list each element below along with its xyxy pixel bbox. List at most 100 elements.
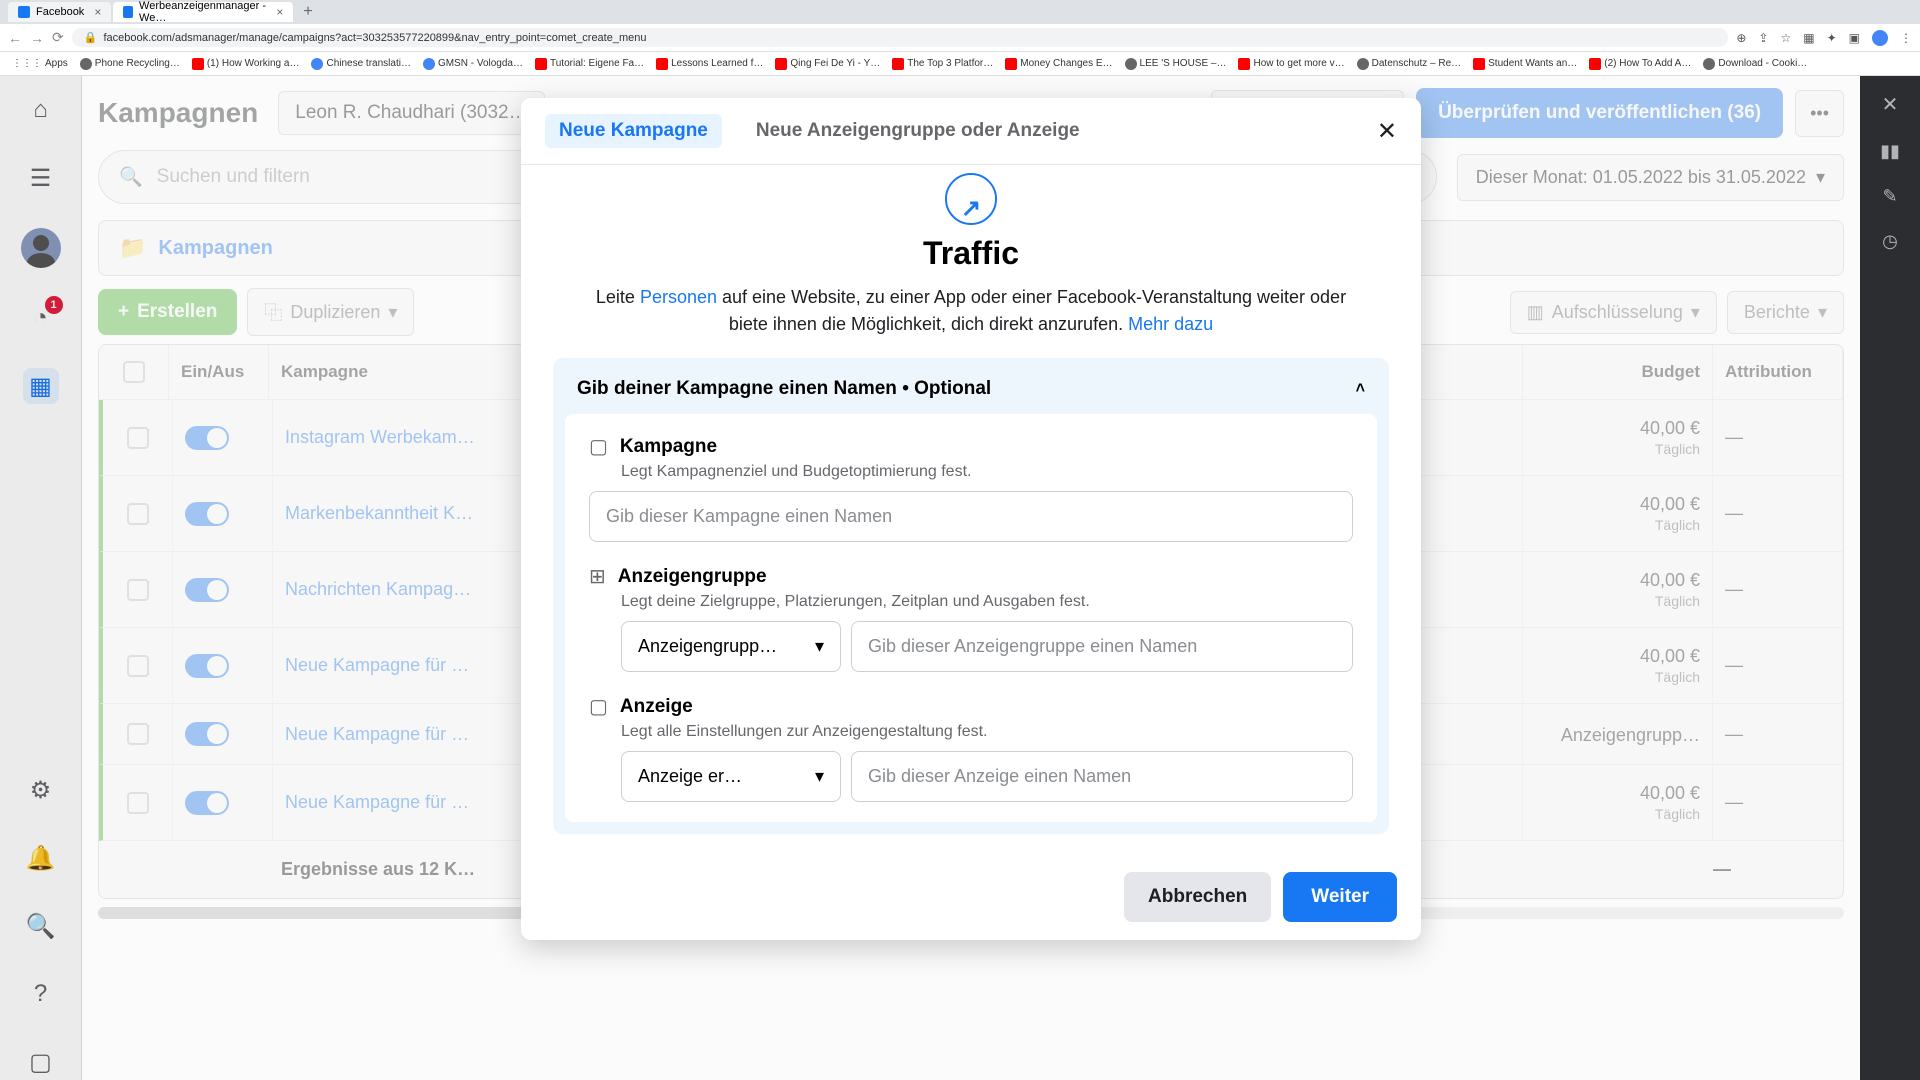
link-learn-more[interactable]: Mehr dazu: [1128, 314, 1213, 334]
reload-icon[interactable]: ⟳: [52, 29, 64, 46]
lock-icon: 🔒: [84, 31, 98, 44]
clock-icon[interactable]: ◷: [1882, 231, 1898, 252]
gauge-icon[interactable]: ◔1: [23, 300, 59, 336]
ad-name-input[interactable]: Gib dieser Anzeige einen Namen: [851, 751, 1353, 802]
apps-icon: ⋮⋮⋮: [12, 58, 42, 69]
bookmark-item[interactable]: Datenschutz – Re…: [1353, 56, 1466, 72]
site-icon: [1125, 58, 1137, 70]
extension-icon[interactable]: ▦: [1803, 31, 1814, 45]
bell-icon[interactable]: 🔔: [23, 840, 59, 876]
field-sub-ad: Legt alle Einstellungen zur Anzeigengest…: [621, 723, 1353, 741]
bookmark-item[interactable]: Download - Cooki…: [1699, 56, 1811, 72]
url-text: facebook.com/adsmanager/manage/campaigns…: [103, 32, 646, 44]
bookmark-item[interactable]: LEE 'S HOUSE –…: [1121, 56, 1231, 72]
new-campaign-modal: Neue Kampagne Neue Anzeigengruppe oder A…: [521, 98, 1421, 940]
modal-tab-new-adset[interactable]: Neue Anzeigengruppe oder Anzeige: [742, 114, 1094, 148]
star-icon[interactable]: ☆: [1780, 31, 1791, 45]
edit-icon[interactable]: ✎: [1882, 186, 1897, 207]
bookmark-item[interactable]: Lessons Learned f…: [652, 56, 767, 72]
bookmark-item[interactable]: Tutorial: Eigene Fa…: [531, 56, 648, 72]
bookmark-item[interactable]: (2) How To Add A…: [1585, 56, 1695, 72]
site-icon: [1703, 58, 1715, 70]
bookmark-item[interactable]: Qing Fei De Yi - Y…: [771, 56, 884, 72]
select-value: Anzeigengrupp…: [638, 636, 777, 657]
tab-title: Facebook: [36, 6, 84, 18]
puzzle-icon[interactable]: ✦: [1827, 31, 1837, 45]
adset-name-input[interactable]: Gib dieser Anzeigengruppe einen Namen: [851, 621, 1353, 672]
site-icon: [423, 58, 435, 70]
campaign-name-input[interactable]: Gib dieser Kampagne einen Namen: [589, 491, 1353, 542]
field-title-adset: Anzeigengruppe: [618, 566, 767, 588]
youtube-icon: [1589, 58, 1601, 70]
url-field[interactable]: 🔒 facebook.com/adsmanager/manage/campaig…: [72, 28, 1729, 47]
youtube-icon: [1238, 58, 1250, 70]
close-icon[interactable]: ×: [94, 5, 101, 19]
avatar-icon[interactable]: [1872, 30, 1888, 46]
bookmarks-bar: ⋮⋮⋮Apps Phone Recycling… (1) How Working…: [0, 52, 1920, 76]
extension-icon[interactable]: ▣: [1849, 31, 1860, 45]
menu-icon[interactable]: ☰: [23, 160, 59, 196]
search-icon[interactable]: 🔍: [23, 908, 59, 944]
avatar[interactable]: [21, 228, 61, 268]
grid-icon[interactable]: ▦: [23, 368, 59, 404]
youtube-icon: [656, 58, 668, 70]
site-icon: [1357, 58, 1369, 70]
site-icon: [311, 58, 323, 70]
site-icon: [80, 58, 92, 70]
panel-icon[interactable]: ▢: [23, 1044, 59, 1080]
browser-tab[interactable]: Facebook ×: [8, 2, 111, 22]
new-tab-button[interactable]: +: [295, 3, 320, 21]
browser-tab-strip: Facebook × Werbeanzeigenmanager - We… × …: [0, 0, 1920, 24]
youtube-icon: [1005, 58, 1017, 70]
share-icon[interactable]: ⇪: [1758, 31, 1768, 45]
facebook-icon: [18, 6, 30, 18]
select-value: Anzeige er…: [638, 766, 742, 787]
folder-icon: ▢: [589, 434, 608, 459]
bookmark-item[interactable]: ⋮⋮⋮Apps: [8, 56, 72, 71]
youtube-icon: [535, 58, 547, 70]
bookmark-item[interactable]: Student Wants an…: [1469, 56, 1581, 72]
traffic-icon: ↗: [945, 173, 997, 225]
cancel-button[interactable]: Abbrechen: [1124, 872, 1271, 922]
youtube-icon: [892, 58, 904, 70]
home-icon[interactable]: ⌂: [23, 92, 59, 128]
youtube-icon: [1473, 58, 1485, 70]
youtube-icon: [775, 58, 787, 70]
left-rail: ⌂ ☰ ◔1 ▦ ⚙ 🔔 🔍 ? ▢: [0, 76, 82, 1080]
bookmark-item[interactable]: The Top 3 Platfor…: [888, 56, 997, 72]
menu-icon[interactable]: ⋮: [1900, 31, 1912, 45]
adset-select[interactable]: Anzeigengrupp… ▾: [621, 621, 841, 672]
link-personen[interactable]: Personen: [640, 287, 717, 307]
bookmark-item[interactable]: GMSN - Vologda…: [419, 56, 527, 72]
modal-tab-new-campaign[interactable]: Neue Kampagne: [545, 114, 722, 148]
ad-select[interactable]: Anzeige er… ▾: [621, 751, 841, 802]
address-bar: ← → ⟳ 🔒 facebook.com/adsmanager/manage/c…: [0, 24, 1920, 52]
facebook-icon: [123, 6, 133, 18]
bookmark-item[interactable]: How to get more v…: [1234, 56, 1348, 72]
tab-title: Werbeanzeigenmanager - We…: [139, 0, 266, 24]
bookmark-item[interactable]: (1) How Working a…: [188, 56, 304, 72]
field-sub-campaign: Legt Kampagnenziel und Budgetoptimierung…: [621, 463, 1353, 481]
field-title-ad: Anzeige: [620, 696, 693, 718]
close-icon[interactable]: ✕: [1377, 117, 1397, 146]
field-title-campaign: Kampagne: [620, 436, 717, 458]
browser-tab-active[interactable]: Werbeanzeigenmanager - We… ×: [113, 2, 293, 22]
modal-description: Leite Personen auf eine Website, zu eine…: [553, 284, 1389, 338]
help-icon[interactable]: ?: [23, 976, 59, 1012]
chevron-up-icon: ˄: [1356, 380, 1365, 398]
chevron-down-icon: ▾: [815, 766, 824, 787]
zoom-icon[interactable]: ⊕: [1736, 31, 1746, 45]
chart-icon[interactable]: ▮▮: [1880, 141, 1900, 162]
bookmark-item[interactable]: Chinese translati…: [307, 56, 414, 72]
close-icon[interactable]: ×: [276, 5, 283, 19]
bookmark-item[interactable]: Money Changes E…: [1001, 56, 1116, 72]
next-button[interactable]: Weiter: [1283, 872, 1397, 922]
gear-icon[interactable]: ⚙: [23, 772, 59, 808]
right-rail: ✕ ▮▮ ✎ ◷: [1860, 76, 1920, 1080]
back-icon[interactable]: ←: [8, 30, 22, 46]
close-icon[interactable]: ✕: [1882, 92, 1899, 117]
section-header-naming[interactable]: Gib deiner Kampagne einen Namen • Option…: [559, 364, 1383, 414]
forward-icon[interactable]: →: [30, 30, 44, 46]
grid-icon: ⊞: [589, 564, 606, 589]
bookmark-item[interactable]: Phone Recycling…: [76, 56, 184, 72]
